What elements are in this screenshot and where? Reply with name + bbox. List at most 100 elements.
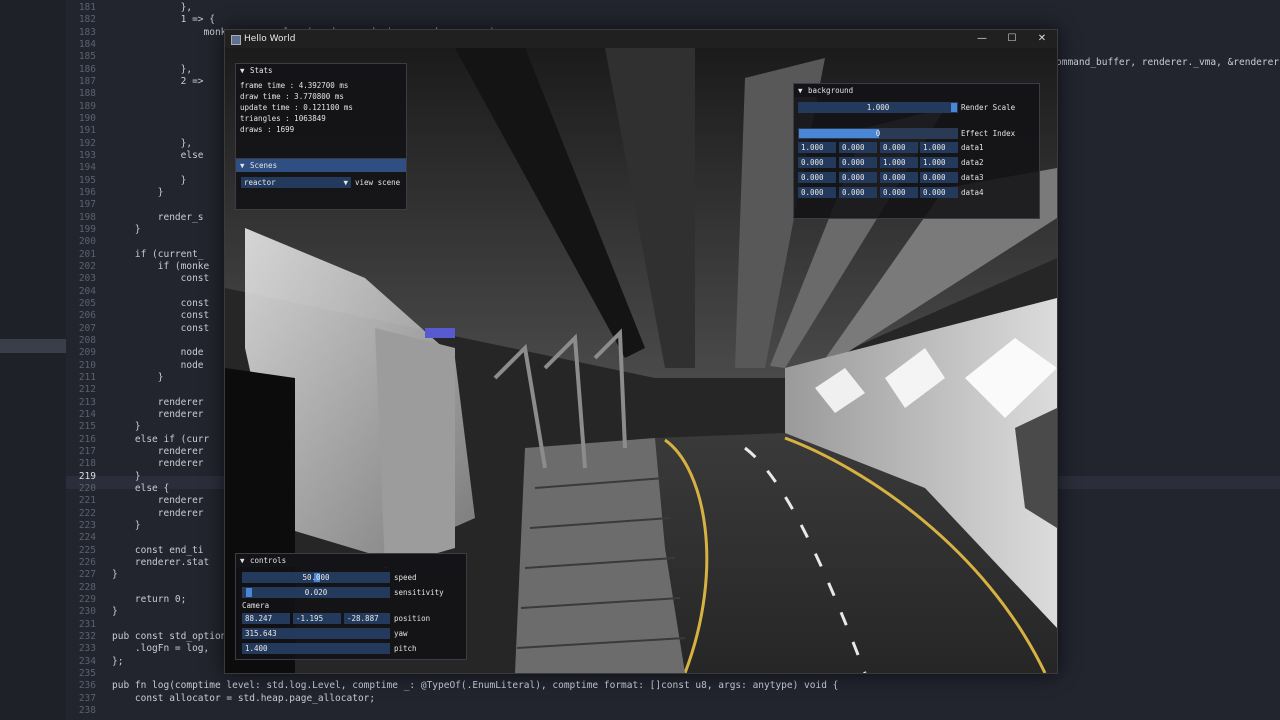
close-button[interactable]: ✕: [1035, 32, 1049, 46]
code-line[interactable]: 193 else: [0, 150, 204, 162]
effect-index-grab[interactable]: [799, 129, 879, 138]
code-line[interactable]: 201 if (current_: [0, 249, 204, 261]
scene-dropdown[interactable]: reactor ▼: [241, 177, 351, 188]
stats-panel[interactable]: ▼ Stats frame time : 4.392700 ms draw tim…: [235, 63, 407, 160]
data2-field-2[interactable]: 0.000: [839, 157, 877, 168]
code-line[interactable]: 186 },: [0, 64, 192, 76]
code-line[interactable]: 235: [0, 668, 96, 680]
code-line[interactable]: 227}: [0, 569, 118, 581]
code-line[interactable]: 211 }: [0, 372, 164, 384]
collapse-arrow-icon[interactable]: ▼: [240, 554, 250, 567]
code-line[interactable]: 223 }: [0, 520, 141, 532]
data3-field-3[interactable]: 0.000: [880, 172, 918, 183]
code-line[interactable]: 210 node: [0, 360, 204, 372]
collapse-arrow-icon[interactable]: ▼: [798, 84, 808, 97]
data4-field-2[interactable]: 0.000: [839, 187, 877, 198]
data3-field-2[interactable]: 0.000: [839, 172, 877, 183]
code-line[interactable]: 225 const end_ti: [0, 545, 204, 557]
code-line[interactable]: 230}: [0, 606, 118, 618]
code-line[interactable]: 220 else {: [0, 483, 169, 495]
code-line[interactable]: 234};: [0, 656, 124, 668]
code-line[interactable]: 203 const: [0, 273, 209, 285]
data3-field-1[interactable]: 0.000: [798, 172, 836, 183]
code-line[interactable]: 192 },: [0, 138, 192, 150]
render-scale-grab[interactable]: [951, 103, 957, 112]
data2-field-3[interactable]: 1.000: [880, 157, 918, 168]
code-line[interactable]: 194: [0, 162, 96, 174]
hello-world-window[interactable]: Hello World — ☐ ✕ ▼ Stats frame time: 4…: [224, 29, 1058, 674]
code-line[interactable]: 207 const: [0, 323, 209, 335]
minimize-button[interactable]: —: [975, 32, 989, 46]
speed-slider[interactable]: 50.000: [242, 572, 390, 583]
code-line[interactable]: 213 renderer: [0, 397, 204, 409]
code-line[interactable]: 189: [0, 101, 96, 113]
data1-field-3[interactable]: 0.000: [880, 142, 918, 153]
maximize-button[interactable]: ☐: [1005, 32, 1019, 46]
code-line[interactable]: 188: [0, 88, 96, 100]
code-line[interactable]: 218 renderer: [0, 458, 204, 470]
code-line[interactable]: 224: [0, 532, 96, 544]
code-line[interactable]: 208: [0, 335, 96, 347]
background-panel[interactable]: ▼ background 1.000 Render Scale 0 Effect …: [793, 83, 1040, 219]
code-line[interactable]: 233 .logFn = log,: [0, 643, 209, 655]
code-line[interactable]: 182 1 => {: [0, 14, 215, 26]
data3-field-4[interactable]: 0.000: [920, 172, 958, 183]
sensitivity-slider[interactable]: 0.020: [242, 587, 390, 598]
scenes-header[interactable]: ▼ Scenes: [236, 159, 406, 172]
code-line[interactable]: 185: [0, 51, 96, 63]
code-line[interactable]: 209 node: [0, 347, 204, 359]
code-line[interactable]: 206 const: [0, 310, 209, 322]
code-line[interactable]: 199 }: [0, 224, 141, 236]
code-line[interactable]: 187 2 =>: [0, 76, 204, 88]
data1-field-1[interactable]: 1.000: [798, 142, 836, 153]
code-line[interactable]: 232 pub const std_option: [0, 631, 227, 643]
code-line[interactable]: 212: [0, 384, 96, 396]
code-line[interactable]: 236 pub fn log(comptime level: std.log.Le…: [0, 680, 839, 692]
window-titlebar[interactable]: Hello World — ☐ ✕: [225, 30, 1057, 48]
code-line[interactable]: 202 if (monke: [0, 261, 209, 273]
code-line[interactable]: 226 renderer.stat: [0, 557, 209, 569]
code-line[interactable]: 200: [0, 236, 96, 248]
code-line[interactable]: 228: [0, 582, 96, 594]
background-header[interactable]: ▼ background: [794, 84, 1039, 97]
code-line[interactable]: 184: [0, 39, 96, 51]
effect-index-slider[interactable]: 0: [798, 128, 958, 139]
code-line[interactable]: 219 }: [0, 471, 141, 483]
scenes-panel[interactable]: ▼ Scenes reactor ▼ view scene: [235, 158, 407, 210]
data4-field-3[interactable]: 0.000: [880, 187, 918, 198]
pitch-field[interactable]: 1.400: [242, 643, 390, 654]
code-line[interactable]: 238: [0, 705, 96, 717]
controls-panel[interactable]: ▼ controls 50.000 speed 0.020 sensitivity…: [235, 553, 467, 660]
code-line[interactable]: 196 }: [0, 187, 164, 199]
position-y-field[interactable]: -1.195: [293, 613, 341, 624]
data4-field-1[interactable]: 0.000: [798, 187, 836, 198]
code-line[interactable]: 231: [0, 619, 96, 631]
data4-field-4[interactable]: 0.000: [920, 187, 958, 198]
code-line[interactable]: 217 renderer: [0, 446, 204, 458]
code-line[interactable]: 205 const: [0, 298, 209, 310]
code-line[interactable]: 229 return 0;: [0, 594, 187, 606]
code-line[interactable]: 198 render_s: [0, 212, 204, 224]
data2-field-1[interactable]: 0.000: [798, 157, 836, 168]
code-line[interactable]: 181 },: [0, 2, 192, 14]
position-x-field[interactable]: 88.247: [242, 613, 290, 624]
collapse-arrow-icon[interactable]: ▼: [240, 159, 250, 172]
collapse-arrow-icon[interactable]: ▼: [240, 64, 250, 77]
dropdown-arrow-icon[interactable]: ▼: [343, 177, 348, 188]
code-line[interactable]: 183 monkey_scene.clear(renderer, device,…: [0, 27, 501, 39]
data1-field-2[interactable]: 0.000: [839, 142, 877, 153]
render-scale-slider[interactable]: 1.000: [798, 102, 958, 113]
code-line[interactable]: 221 renderer: [0, 495, 204, 507]
data2-field-4[interactable]: 1.000: [920, 157, 958, 168]
code-line[interactable]: 190: [0, 113, 96, 125]
data1-field-4[interactable]: 1.000: [920, 142, 958, 153]
sensitivity-grab[interactable]: [246, 588, 252, 597]
code-line[interactable]: 204: [0, 286, 96, 298]
code-line[interactable]: 191: [0, 125, 96, 137]
code-line[interactable]: 195 }: [0, 175, 187, 187]
code-line[interactable]: 237 const allocator = std.heap.page_allo…: [0, 693, 375, 705]
position-z-field[interactable]: -28.887: [344, 613, 390, 624]
stats-header[interactable]: ▼ Stats: [236, 64, 406, 77]
code-line[interactable]: 215 }: [0, 421, 141, 433]
code-line[interactable]: 197: [0, 199, 96, 211]
